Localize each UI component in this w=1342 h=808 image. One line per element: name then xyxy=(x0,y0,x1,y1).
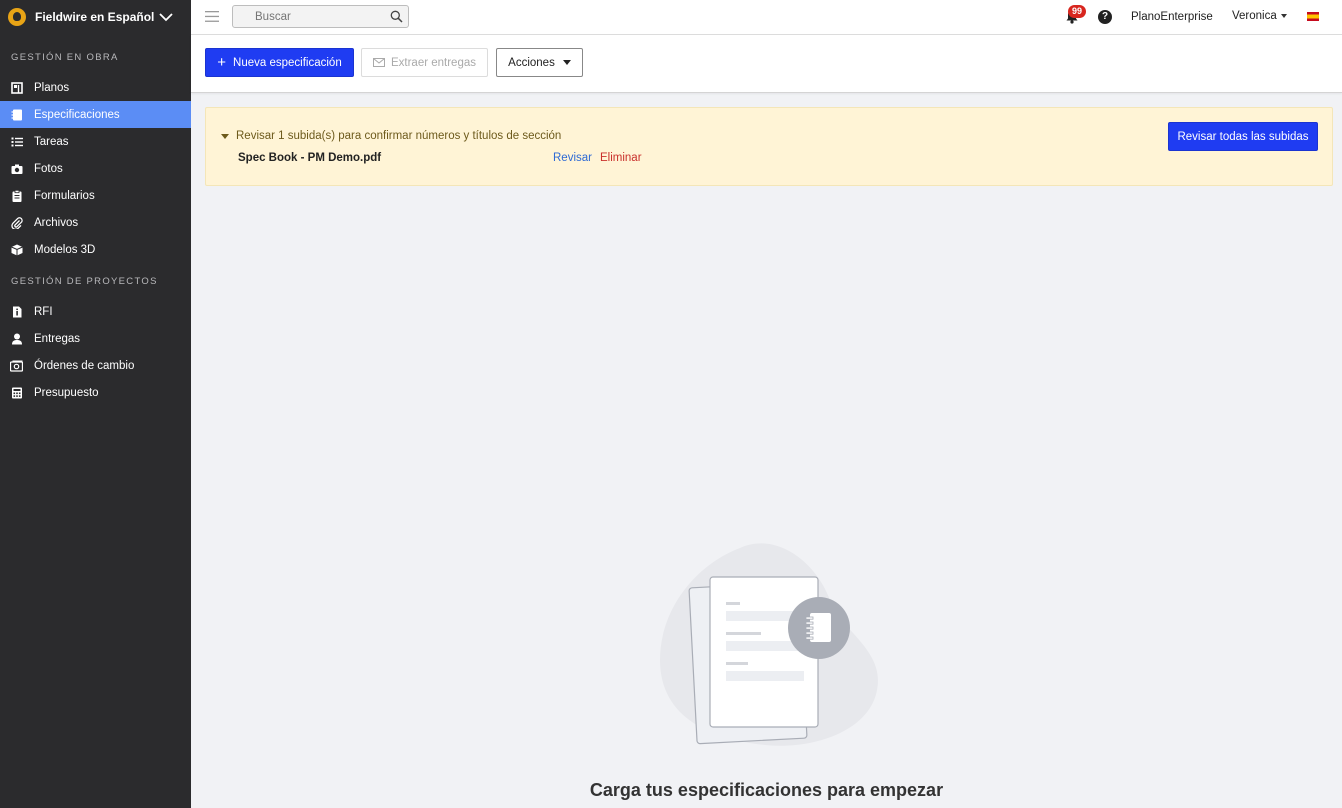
paperclip-icon xyxy=(10,216,23,229)
delete-link[interactable]: Eliminar xyxy=(600,152,642,164)
organization-name[interactable]: PlanoEnterprise xyxy=(1131,11,1213,23)
help-icon[interactable]: ? xyxy=(1098,10,1112,24)
search-icon[interactable] xyxy=(390,10,403,23)
cube-icon xyxy=(10,243,23,256)
sidebar-item-modelos-3d[interactable]: Modelos 3D xyxy=(0,236,191,263)
sidebar-item-archivos[interactable]: Archivos xyxy=(0,209,191,236)
sidebar-item-label: Planos xyxy=(34,81,70,94)
sidebar-item-label: Órdenes de cambio xyxy=(34,359,135,372)
sidebar-item-label: Tareas xyxy=(34,135,69,148)
sidebar-item-label: Archivos xyxy=(34,216,79,229)
sidebar-item-label: Entregas xyxy=(34,332,81,345)
specifications-icon xyxy=(10,108,23,121)
sidebar: Fieldwire en Español GESTIÓN EN OBRA Pla… xyxy=(0,0,191,808)
sidebar-item-formularios[interactable]: Formularios xyxy=(0,182,191,209)
calculator-icon xyxy=(10,386,23,399)
toolbar: + Nueva especificación Extraer entregas … xyxy=(191,35,1342,93)
empty-state-title: Carga tus especificaciones para empezar xyxy=(589,780,944,800)
review-all-uploads-button[interactable]: Revisar todas las subidas xyxy=(1168,122,1318,151)
new-specification-button[interactable]: + Nueva especificación xyxy=(205,48,354,77)
uploaded-file-name: Spec Book - PM Demo.pdf xyxy=(238,152,382,164)
caret-down-icon xyxy=(1280,13,1287,18)
extract-submittals-button[interactable]: Extraer entregas xyxy=(361,48,488,77)
spain-flag-icon[interactable] xyxy=(1307,12,1319,21)
nav-project-management: RFI Entregas Órdenes de cambio Presupues… xyxy=(0,298,191,406)
top-bar: 99 ? PlanoEnterprise Veronica xyxy=(191,0,1342,35)
project-name: Fieldwire en Español xyxy=(35,10,155,24)
empty-specifications-illustration xyxy=(660,543,878,746)
sidebar-item-planos[interactable]: Planos xyxy=(0,74,191,101)
sidebar-item-label: Presupuesto xyxy=(34,386,99,399)
sidebar-item-especificaciones[interactable]: Especificaciones xyxy=(0,101,191,128)
sidebar-item-label: Formularios xyxy=(34,189,95,202)
person-icon xyxy=(10,332,23,345)
sidebar-item-label: Modelos 3D xyxy=(34,243,96,256)
plus-icon: + xyxy=(217,54,227,71)
plans-icon xyxy=(10,81,23,94)
search-box xyxy=(232,5,409,28)
change-order-icon xyxy=(10,359,23,372)
sidebar-item-fotos[interactable]: Fotos xyxy=(0,155,191,182)
review-uploads-banner: Revisar 1 subida(s) para confirmar númer… xyxy=(205,107,1333,186)
fieldwire-logo-icon xyxy=(8,8,26,26)
chevron-down-icon[interactable] xyxy=(159,12,173,22)
section-title-site-management: GESTIÓN EN OBRA xyxy=(11,52,119,63)
sidebar-item-label: Fotos xyxy=(34,162,63,175)
envelope-icon xyxy=(372,58,385,67)
rfi-icon xyxy=(10,305,23,318)
section-title-project-management: GESTIÓN DE PROYECTOS xyxy=(11,276,158,287)
actions-label: Acciones xyxy=(508,56,555,69)
nav-site-management: Planos Especificaciones Tareas Fotos For… xyxy=(0,74,191,263)
sidebar-item-label: RFI xyxy=(34,305,53,318)
review-link[interactable]: Revisar xyxy=(553,152,592,164)
sidebar-item-tareas[interactable]: Tareas xyxy=(0,128,191,155)
project-switcher[interactable]: Fieldwire en Español xyxy=(0,0,191,34)
collapse-toggle-icon[interactable] xyxy=(221,134,229,139)
search-input[interactable] xyxy=(233,6,373,27)
sidebar-item-label: Especificaciones xyxy=(34,108,120,121)
actions-dropdown-button[interactable]: Acciones xyxy=(496,48,583,77)
user-menu[interactable]: Veronica xyxy=(1232,10,1287,22)
sidebar-item-presupuesto[interactable]: Presupuesto xyxy=(0,379,191,406)
hamburger-menu-icon[interactable] xyxy=(205,11,219,22)
sidebar-item-entregas[interactable]: Entregas xyxy=(0,325,191,352)
tasks-icon xyxy=(10,135,23,148)
banner-message: Revisar 1 subida(s) para confirmar númer… xyxy=(236,130,562,142)
notifications-badge: 99 xyxy=(1068,5,1087,18)
sidebar-item-ordenes-de-cambio[interactable]: Órdenes de cambio xyxy=(0,352,191,379)
caret-down-icon xyxy=(562,60,571,65)
camera-icon xyxy=(10,162,23,175)
user-name: Veronica xyxy=(1232,10,1277,22)
sidebar-item-rfi[interactable]: RFI xyxy=(0,298,191,325)
extract-submittals-label: Extraer entregas xyxy=(390,56,476,69)
clipboard-icon xyxy=(10,189,23,202)
new-specification-label: Nueva especificación xyxy=(233,56,342,69)
